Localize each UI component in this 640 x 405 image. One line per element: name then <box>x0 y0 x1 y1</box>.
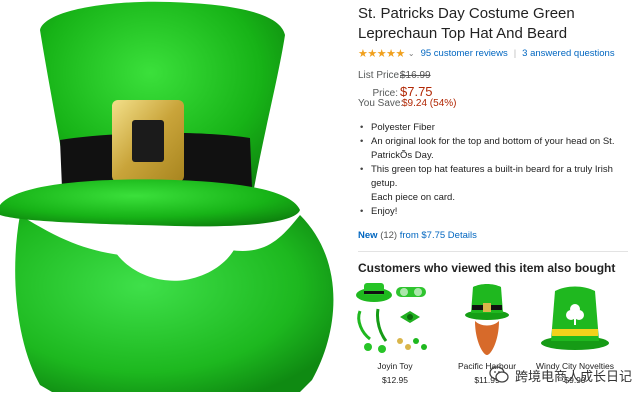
star-rating[interactable]: ★ ★ ★ ★ ★ <box>358 47 405 60</box>
divider <box>358 251 628 252</box>
also-bought-item[interactable]: Joyin Toy $12.95 <box>350 281 440 385</box>
product-thumbnail[interactable] <box>530 281 620 357</box>
customer-reviews-link[interactable]: 95 customer reviews <box>421 48 508 59</box>
product-thumbnail[interactable] <box>442 281 532 357</box>
also-bought-item-price: $12.95 <box>382 375 408 385</box>
list-price-label: List Price: <box>358 70 402 81</box>
price-row: Price: $7.75 <box>358 84 640 99</box>
offers-from[interactable]: from $7.75 <box>400 230 445 241</box>
feature-item: This green top hat features a built-in b… <box>358 163 640 205</box>
watermark: 跨境电商人成长日记 <box>489 365 632 385</box>
product-info-panel: St. Patricks Day Costume Green Leprechau… <box>356 0 640 405</box>
also-bought-item-name[interactable]: Joyin Toy <box>350 361 440 371</box>
feature-item: Polyester Fiber <box>358 121 640 135</box>
star-icon: ★ <box>376 48 387 60</box>
list-price-value: $16.99 <box>400 70 431 81</box>
list-price-row: List Price: $16.99 <box>358 70 640 84</box>
star-icon: ★ <box>367 48 377 60</box>
product-title-line-2[interactable]: Leprechaun Top Hat And Beard <box>358 24 640 44</box>
shamrock-top-hat-image <box>541 286 609 350</box>
feature-text: PatrickÕs Day. <box>371 150 434 161</box>
answered-questions-link[interactable]: 3 answered questions <box>522 48 614 59</box>
feature-text: An original look for the top and bottom … <box>371 136 615 147</box>
product-title[interactable]: St. Patricks Day Costume Green Leprechau… <box>358 4 640 44</box>
star-half-icon: ★ <box>395 48 406 60</box>
chevron-down-icon[interactable]: ⌄ <box>408 49 415 58</box>
feature-text: This green top hat features a built-in b… <box>371 164 613 189</box>
separator: | <box>513 48 517 59</box>
new-offers-link[interactable]: New <box>358 230 378 241</box>
leprechaun-hat-beard-image <box>0 1 334 392</box>
rating-row: ★ ★ ★ ★ ★ ⌄ 95 customer reviews | 3 answ… <box>358 47 640 60</box>
price-block: List Price: $16.99 Price: $7.75 You Save… <box>358 70 640 112</box>
also-bought-heading: Customers who viewed this item also boug… <box>358 261 616 275</box>
wechat-icon <box>489 366 509 383</box>
feature-text: Each piece on card. <box>371 192 455 203</box>
savings-row: You Save: $9.24 (54%) <box>358 98 640 112</box>
savings-value: $9.24 (54%) <box>402 98 457 109</box>
watermark-text: 跨境电商人成长日记 <box>514 368 632 384</box>
star-icon: ★ <box>358 48 368 60</box>
offers-details-link[interactable]: Details <box>448 230 477 241</box>
feature-item: An original look for the top and bottom … <box>358 135 640 163</box>
product-thumbnail[interactable] <box>350 281 440 357</box>
star-icon: ★ <box>386 48 396 60</box>
product-image[interactable] <box>0 0 345 405</box>
feature-bullets: Polyester Fiber An original look for the… <box>358 121 640 219</box>
product-title-line-1[interactable]: St. Patricks Day Costume Green <box>358 4 640 24</box>
hat-with-beard-image <box>465 284 509 355</box>
offers-row: New (12) from $7.75 Details <box>358 230 640 241</box>
offers-count[interactable]: (12) <box>380 230 397 241</box>
savings-label: You Save: <box>358 98 404 109</box>
price-value: $7.75 <box>400 84 433 99</box>
feature-item: Enjoy! <box>358 205 640 219</box>
accessory-set-image <box>356 283 427 353</box>
